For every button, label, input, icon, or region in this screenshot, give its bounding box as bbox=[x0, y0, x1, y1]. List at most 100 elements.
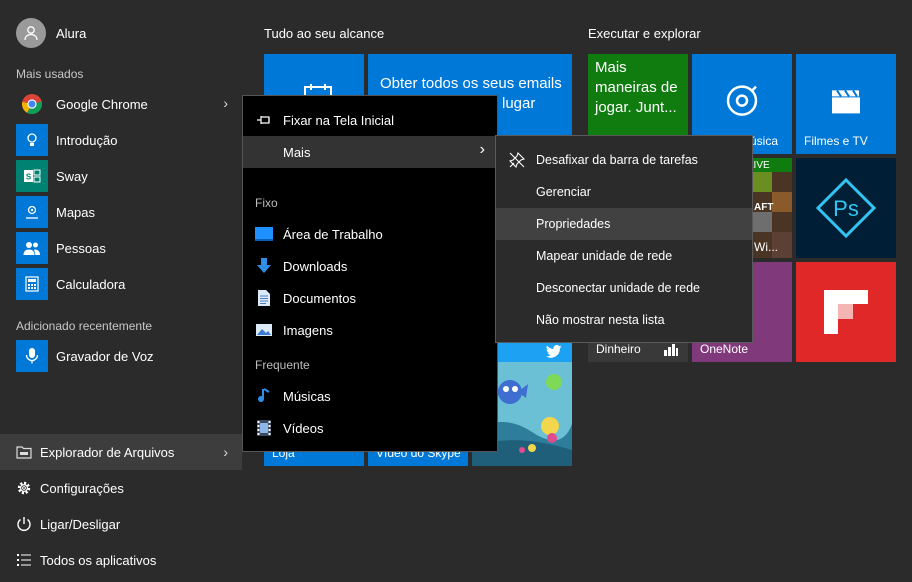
pin-to-start-label: Fixar na Tela Inicial bbox=[283, 112, 395, 128]
app-label: Sway bbox=[56, 168, 88, 184]
tile-label: Wi... bbox=[754, 240, 778, 254]
disconnect-network-drive-item[interactable]: Desconectar unidade de rede bbox=[496, 272, 752, 304]
hide-from-list-item[interactable]: Não mostrar nesta lista bbox=[496, 304, 752, 336]
submenu-item-label: Desconectar unidade de rede bbox=[536, 281, 701, 295]
folder-icon bbox=[16, 444, 32, 460]
music-icon bbox=[255, 387, 273, 405]
all-apps-button[interactable]: Todos os aplicativos bbox=[0, 542, 242, 578]
unpin-taskbar-item[interactable]: Desafixar da barra de tarefas bbox=[496, 144, 752, 176]
settings-button[interactable]: Configurações bbox=[0, 470, 242, 506]
pinned-item-label: Downloads bbox=[283, 258, 348, 274]
frequent-item-label: Músicas bbox=[283, 388, 331, 404]
submenu-item-label: Desafixar da barra de tarefas bbox=[536, 153, 698, 167]
app-sway[interactable]: S Sway bbox=[16, 160, 242, 192]
tile-label: Filmes e TV bbox=[804, 134, 868, 148]
power-label: Ligar/Desligar bbox=[40, 516, 121, 532]
submenu-item-label: Mapear unidade de rede bbox=[536, 249, 673, 263]
app-mapas[interactable]: Mapas bbox=[16, 196, 242, 228]
power-button[interactable]: Ligar/Desligar bbox=[0, 506, 242, 542]
frequent-section-label: Frequente bbox=[255, 358, 310, 372]
app-label: Introdução bbox=[56, 132, 118, 148]
app-google-chrome[interactable]: Google Chrome › bbox=[16, 88, 242, 120]
frequent-videos-item[interactable]: Vídeos bbox=[243, 412, 497, 444]
people-icon bbox=[16, 232, 48, 264]
app-calculadora[interactable]: Calculadora bbox=[16, 268, 242, 300]
clapperboard-icon bbox=[832, 89, 860, 114]
tile-label: úsica bbox=[750, 134, 779, 148]
chrome-icon bbox=[16, 88, 48, 120]
pictures-icon bbox=[255, 321, 273, 339]
properties-item[interactable]: Propriedades bbox=[496, 208, 752, 240]
video-icon bbox=[255, 419, 273, 437]
most-used-label: Mais usados bbox=[16, 67, 84, 81]
download-icon bbox=[255, 257, 273, 275]
xbox-tile-text: Mais maneiras de jogar. Junt... bbox=[595, 59, 678, 116]
maps-icon bbox=[16, 196, 48, 228]
map-network-drive-item[interactable]: Mapear unidade de rede bbox=[496, 240, 752, 272]
svg-text:Ps: Ps bbox=[833, 196, 859, 221]
unpin-icon bbox=[508, 151, 526, 169]
desktop-icon bbox=[255, 225, 273, 243]
app-label: Pessoas bbox=[56, 240, 106, 256]
tile-label: Dinheiro bbox=[596, 342, 641, 356]
pinned-desktop-item[interactable]: Área de Trabalho bbox=[243, 218, 497, 250]
start-left-pane: Alura Mais usados Google Chrome › Introd… bbox=[0, 0, 242, 582]
group-title-right: Executar e explorar bbox=[588, 26, 701, 41]
more-item[interactable]: Mais › bbox=[243, 136, 497, 168]
pin-to-start-item[interactable]: Fixar na Tela Inicial bbox=[243, 104, 497, 136]
manage-item[interactable]: Gerenciar bbox=[496, 176, 752, 208]
tile-movies-tv[interactable]: Filmes e TV bbox=[796, 54, 896, 154]
microphone-icon bbox=[16, 340, 48, 372]
calculator-icon bbox=[16, 268, 48, 300]
recently-added-label: Adicionado recentemente bbox=[16, 319, 153, 333]
submenu-item-label: Gerenciar bbox=[536, 185, 591, 199]
group-title-left: Tudo ao seu alcance bbox=[264, 26, 385, 41]
music-disc-icon bbox=[726, 85, 758, 116]
twitter-bird-icon bbox=[546, 345, 562, 358]
pinned-item-label: Área de Trabalho bbox=[283, 226, 383, 242]
all-apps-label: Todos os aplicativos bbox=[40, 552, 157, 568]
mail-tile-line1: Obter todos os seus emails bbox=[380, 75, 562, 92]
power-icon bbox=[16, 516, 32, 532]
photoshop-icon: Ps bbox=[815, 177, 877, 239]
app-introducao[interactable]: Introdução bbox=[16, 124, 242, 156]
svg-text:S: S bbox=[26, 173, 32, 182]
app-label: Calculadora bbox=[56, 276, 126, 292]
submenu-item-label: Propriedades bbox=[536, 217, 611, 231]
pinned-documents-item[interactable]: Documentos bbox=[243, 282, 497, 314]
pin-icon bbox=[255, 111, 273, 129]
pinned-section-label: Fixo bbox=[255, 196, 278, 210]
tile-label: OneNote bbox=[700, 342, 749, 356]
frequent-item-label: Vídeos bbox=[283, 420, 324, 436]
lightbulb-icon bbox=[16, 124, 48, 156]
sway-icon: S bbox=[16, 160, 48, 192]
pinned-item-label: Documentos bbox=[283, 290, 356, 306]
tile-flipboard[interactable] bbox=[796, 262, 896, 362]
gear-icon bbox=[16, 480, 32, 496]
tile-photoshop-express[interactable]: Ps bbox=[796, 158, 896, 258]
chevron-right-icon[interactable]: › bbox=[223, 95, 228, 111]
file-explorer-button[interactable]: Explorador de Arquivos › bbox=[0, 434, 242, 470]
svg-text:AFT: AFT bbox=[754, 202, 773, 213]
jump-list-menu: Fixar na Tela Inicial Mais › Fixo Área d… bbox=[242, 95, 498, 452]
list-icon bbox=[16, 552, 32, 568]
chevron-right-icon: › bbox=[479, 141, 485, 158]
app-pessoas[interactable]: Pessoas bbox=[16, 232, 242, 264]
chart-bars-icon bbox=[664, 344, 678, 356]
more-label: Mais bbox=[283, 144, 311, 160]
app-gravador-de-voz[interactable]: Gravador de Voz bbox=[16, 340, 242, 372]
user-avatar-icon bbox=[16, 18, 46, 48]
document-icon bbox=[255, 289, 273, 307]
user-account[interactable]: Alura bbox=[16, 18, 86, 48]
user-name: Alura bbox=[56, 25, 87, 41]
submenu-item-label: Não mostrar nesta lista bbox=[536, 313, 665, 327]
app-label: Gravador de Voz bbox=[56, 348, 154, 364]
chevron-right-icon[interactable]: › bbox=[223, 444, 228, 460]
pinned-downloads-item[interactable]: Downloads bbox=[243, 250, 497, 282]
file-explorer-label: Explorador de Arquivos bbox=[40, 444, 175, 460]
flipboard-icon bbox=[824, 290, 868, 334]
pinned-pictures-item[interactable]: Imagens bbox=[243, 314, 497, 346]
frequent-music-item[interactable]: Músicas bbox=[243, 380, 497, 412]
more-submenu: Desafixar da barra de tarefas Gerenciar … bbox=[495, 135, 753, 343]
app-label: Google Chrome bbox=[56, 96, 148, 112]
